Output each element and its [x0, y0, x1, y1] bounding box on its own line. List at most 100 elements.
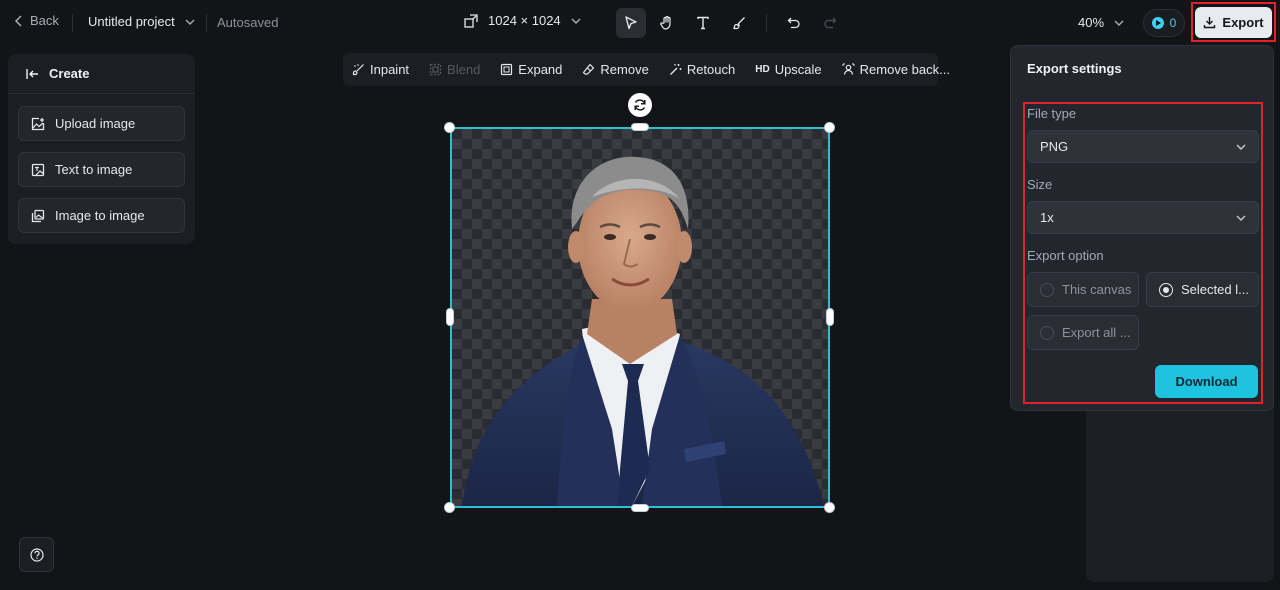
resize-icon [464, 13, 478, 28]
rotate-icon [634, 99, 646, 111]
file-type-label: File type [1027, 106, 1077, 121]
remove-background-button[interactable]: Remove back... [842, 62, 950, 77]
option-label: Selected l... [1181, 282, 1249, 297]
divider [206, 14, 207, 32]
text-to-image-button[interactable]: Text to image [18, 152, 185, 187]
expand-label: Expand [518, 62, 563, 77]
resize-handle-left[interactable] [446, 308, 454, 326]
tool-group [616, 8, 845, 38]
export-settings-title: Export settings [1027, 61, 1122, 76]
credit-icon [1151, 17, 1164, 29]
download-button[interactable]: Download [1155, 365, 1258, 398]
help-icon [29, 547, 44, 562]
radio-icon [1040, 282, 1054, 297]
magic-wand-icon [669, 64, 682, 75]
chevron-down-icon [1236, 144, 1246, 150]
upload-image-button[interactable]: Upload image [18, 106, 185, 141]
edit-toolbar: Inpaint Blend Expand Remove Retouch HD U… [343, 53, 950, 86]
option-export-all[interactable]: Export all ... [1027, 315, 1139, 350]
option-selected-layer[interactable]: Selected l... [1146, 272, 1259, 307]
redo-button[interactable] [815, 8, 845, 38]
credit-count: 0 [1169, 16, 1177, 30]
option-label: This canvas [1062, 282, 1132, 297]
upscale-label: Upscale [774, 62, 822, 77]
resize-handle-top[interactable] [631, 123, 649, 131]
text-to-image-label: Text to image [55, 162, 133, 177]
text-icon [697, 16, 709, 30]
select-tool[interactable] [616, 8, 646, 38]
credits-badge[interactable]: 0 [1143, 9, 1185, 37]
undo-icon [787, 17, 800, 29]
create-header[interactable]: Create [8, 54, 195, 94]
radio-icon [1040, 325, 1054, 340]
size-select[interactable]: 1x [1027, 201, 1259, 234]
brush-tool[interactable] [724, 8, 754, 38]
export-option-label: Export option [1027, 248, 1104, 263]
inpaint-label: Inpaint [370, 62, 410, 77]
retouch-button[interactable]: Retouch [669, 62, 735, 77]
rotate-handle[interactable] [628, 93, 652, 117]
radio-selected-icon [1159, 282, 1173, 297]
resize-handle-right[interactable] [826, 308, 834, 326]
size-label: Size [1027, 177, 1053, 192]
inpaint-button[interactable]: Inpaint [352, 62, 409, 77]
chevron-down-icon [185, 19, 195, 25]
hd-icon: HD [755, 64, 770, 75]
upload-image-icon [31, 117, 45, 130]
inpaint-icon [352, 64, 364, 76]
canvas-image-layer[interactable] [450, 127, 830, 508]
canvas-size-dropdown[interactable]: 1024 × 1024 [464, 13, 581, 28]
file-type-value: PNG [1040, 139, 1069, 154]
size-value: 1x [1040, 210, 1054, 225]
hand-tool[interactable] [652, 8, 682, 38]
zoom-dropdown[interactable]: 40% [1078, 15, 1124, 30]
canvas-size: 1024 × 1024 [488, 13, 561, 28]
upload-image-label: Upload image [55, 116, 136, 131]
export-settings-panel: Export settings File type PNG Size 1x Ex… [1010, 45, 1274, 411]
upscale-button[interactable]: HD Upscale [755, 62, 821, 77]
retouch-label: Retouch [686, 62, 736, 77]
arrow-left-icon [26, 68, 38, 79]
blend-button[interactable]: Blend [429, 62, 480, 77]
image-to-image-button[interactable]: Image to image [18, 198, 185, 233]
resize-handle-bottom[interactable] [631, 504, 649, 512]
eraser-icon [583, 63, 595, 75]
remove-button[interactable]: Remove [582, 62, 649, 77]
zoom-level: 40% [1078, 15, 1105, 30]
chevron-down-icon [1236, 215, 1246, 221]
blend-icon [429, 63, 442, 76]
export-button[interactable]: Export [1195, 7, 1272, 38]
portrait-image [462, 156, 824, 506]
option-label: Export all ... [1062, 325, 1131, 340]
top-bar: Back Untitled project Autosaved 1024 × 1… [0, 0, 1280, 46]
text-to-image-icon [31, 163, 45, 176]
remove-label: Remove [600, 62, 649, 77]
resize-handle-top-left[interactable] [444, 122, 455, 133]
autosave-status: Autosaved [217, 15, 279, 30]
chevron-down-icon [1114, 20, 1124, 26]
right-side-panel [1086, 400, 1274, 582]
create-panel: Create Upload image Text to image Image … [8, 54, 195, 244]
redo-icon [824, 17, 837, 29]
back-button[interactable]: Back [14, 13, 59, 28]
export-label: Export [1222, 15, 1264, 30]
back-label: Back [30, 13, 59, 28]
remove-background-label: Remove back... [859, 62, 950, 77]
image-to-image-icon [31, 209, 45, 222]
hand-icon [660, 15, 671, 30]
resize-handle-top-right[interactable] [824, 122, 835, 133]
help-button[interactable] [19, 537, 54, 572]
expand-icon [501, 63, 513, 76]
expand-button[interactable]: Expand [500, 62, 562, 77]
chevron-left-icon [14, 14, 22, 27]
project-name-dropdown[interactable]: Untitled project [88, 14, 195, 29]
create-title: Create [49, 66, 90, 81]
resize-handle-bottom-left[interactable] [444, 502, 455, 513]
resize-handle-bottom-right[interactable] [824, 502, 835, 513]
brush-icon [733, 17, 745, 30]
option-this-canvas[interactable]: This canvas [1027, 272, 1139, 307]
undo-button[interactable] [779, 8, 809, 38]
text-tool[interactable] [688, 8, 718, 38]
divider [72, 14, 73, 32]
file-type-select[interactable]: PNG [1027, 130, 1259, 163]
